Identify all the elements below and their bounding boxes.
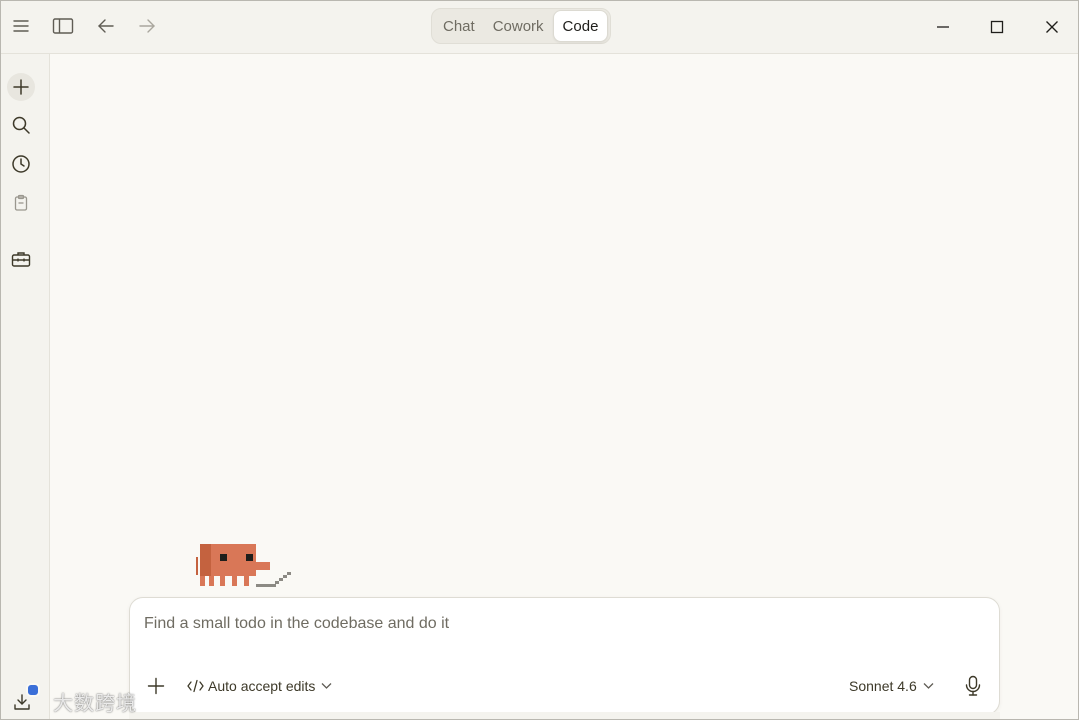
title-bar: Chat Cowork Code [1, 1, 1078, 54]
minimize-icon[interactable] [928, 13, 958, 41]
composer-footer [129, 712, 1000, 719]
code-icon [187, 679, 204, 693]
attach-button[interactable] [146, 676, 166, 696]
model-selector[interactable]: Sonnet 4.6 [849, 676, 934, 696]
search-icon [11, 115, 31, 135]
tasks-button[interactable] [7, 189, 35, 217]
prompt-composer: Auto accept edits Sonnet 4.6 [129, 597, 1000, 715]
voice-input-button[interactable] [962, 674, 984, 698]
mode-label: Auto accept edits [208, 678, 316, 694]
mode-tabs: Chat Cowork Code [431, 8, 612, 44]
forward-arrow-icon[interactable] [134, 13, 160, 39]
watermark-text: 大数跨境 [53, 691, 137, 715]
sidebar-toggle-icon[interactable] [50, 13, 76, 39]
model-label: Sonnet 4.6 [849, 678, 917, 694]
chevron-down-icon [321, 682, 332, 690]
maximize-icon[interactable] [982, 13, 1012, 41]
plus-icon [12, 78, 30, 96]
microphone-icon [964, 675, 982, 697]
prompt-input[interactable] [144, 612, 964, 636]
tools-button[interactable] [7, 245, 35, 273]
new-session-button[interactable] [7, 73, 35, 101]
sidebar [1, 54, 50, 719]
chevron-down-icon [923, 682, 934, 690]
auto-accept-edits-dropdown[interactable]: Auto accept edits [187, 676, 332, 696]
notification-badge [26, 683, 40, 697]
app-window: Chat Cowork Code Find a small todo in th… [0, 0, 1079, 720]
back-arrow-icon[interactable] [93, 13, 119, 39]
clipboard-icon [12, 194, 30, 212]
search-button[interactable] [7, 111, 35, 139]
plus-icon [147, 677, 165, 695]
close-icon[interactable] [1037, 13, 1067, 41]
toolbox-icon [11, 250, 31, 268]
history-button[interactable] [7, 150, 35, 178]
main-area: Auto accept edits Sonnet 4.6 [50, 54, 1078, 719]
tab-chat[interactable]: Chat [434, 11, 484, 41]
tab-cowork[interactable]: Cowork [484, 11, 553, 41]
pixel-mascot-icon [196, 541, 296, 598]
menu-icon[interactable] [8, 13, 34, 39]
tab-code[interactable]: Code [552, 10, 609, 42]
clock-icon [11, 154, 31, 174]
